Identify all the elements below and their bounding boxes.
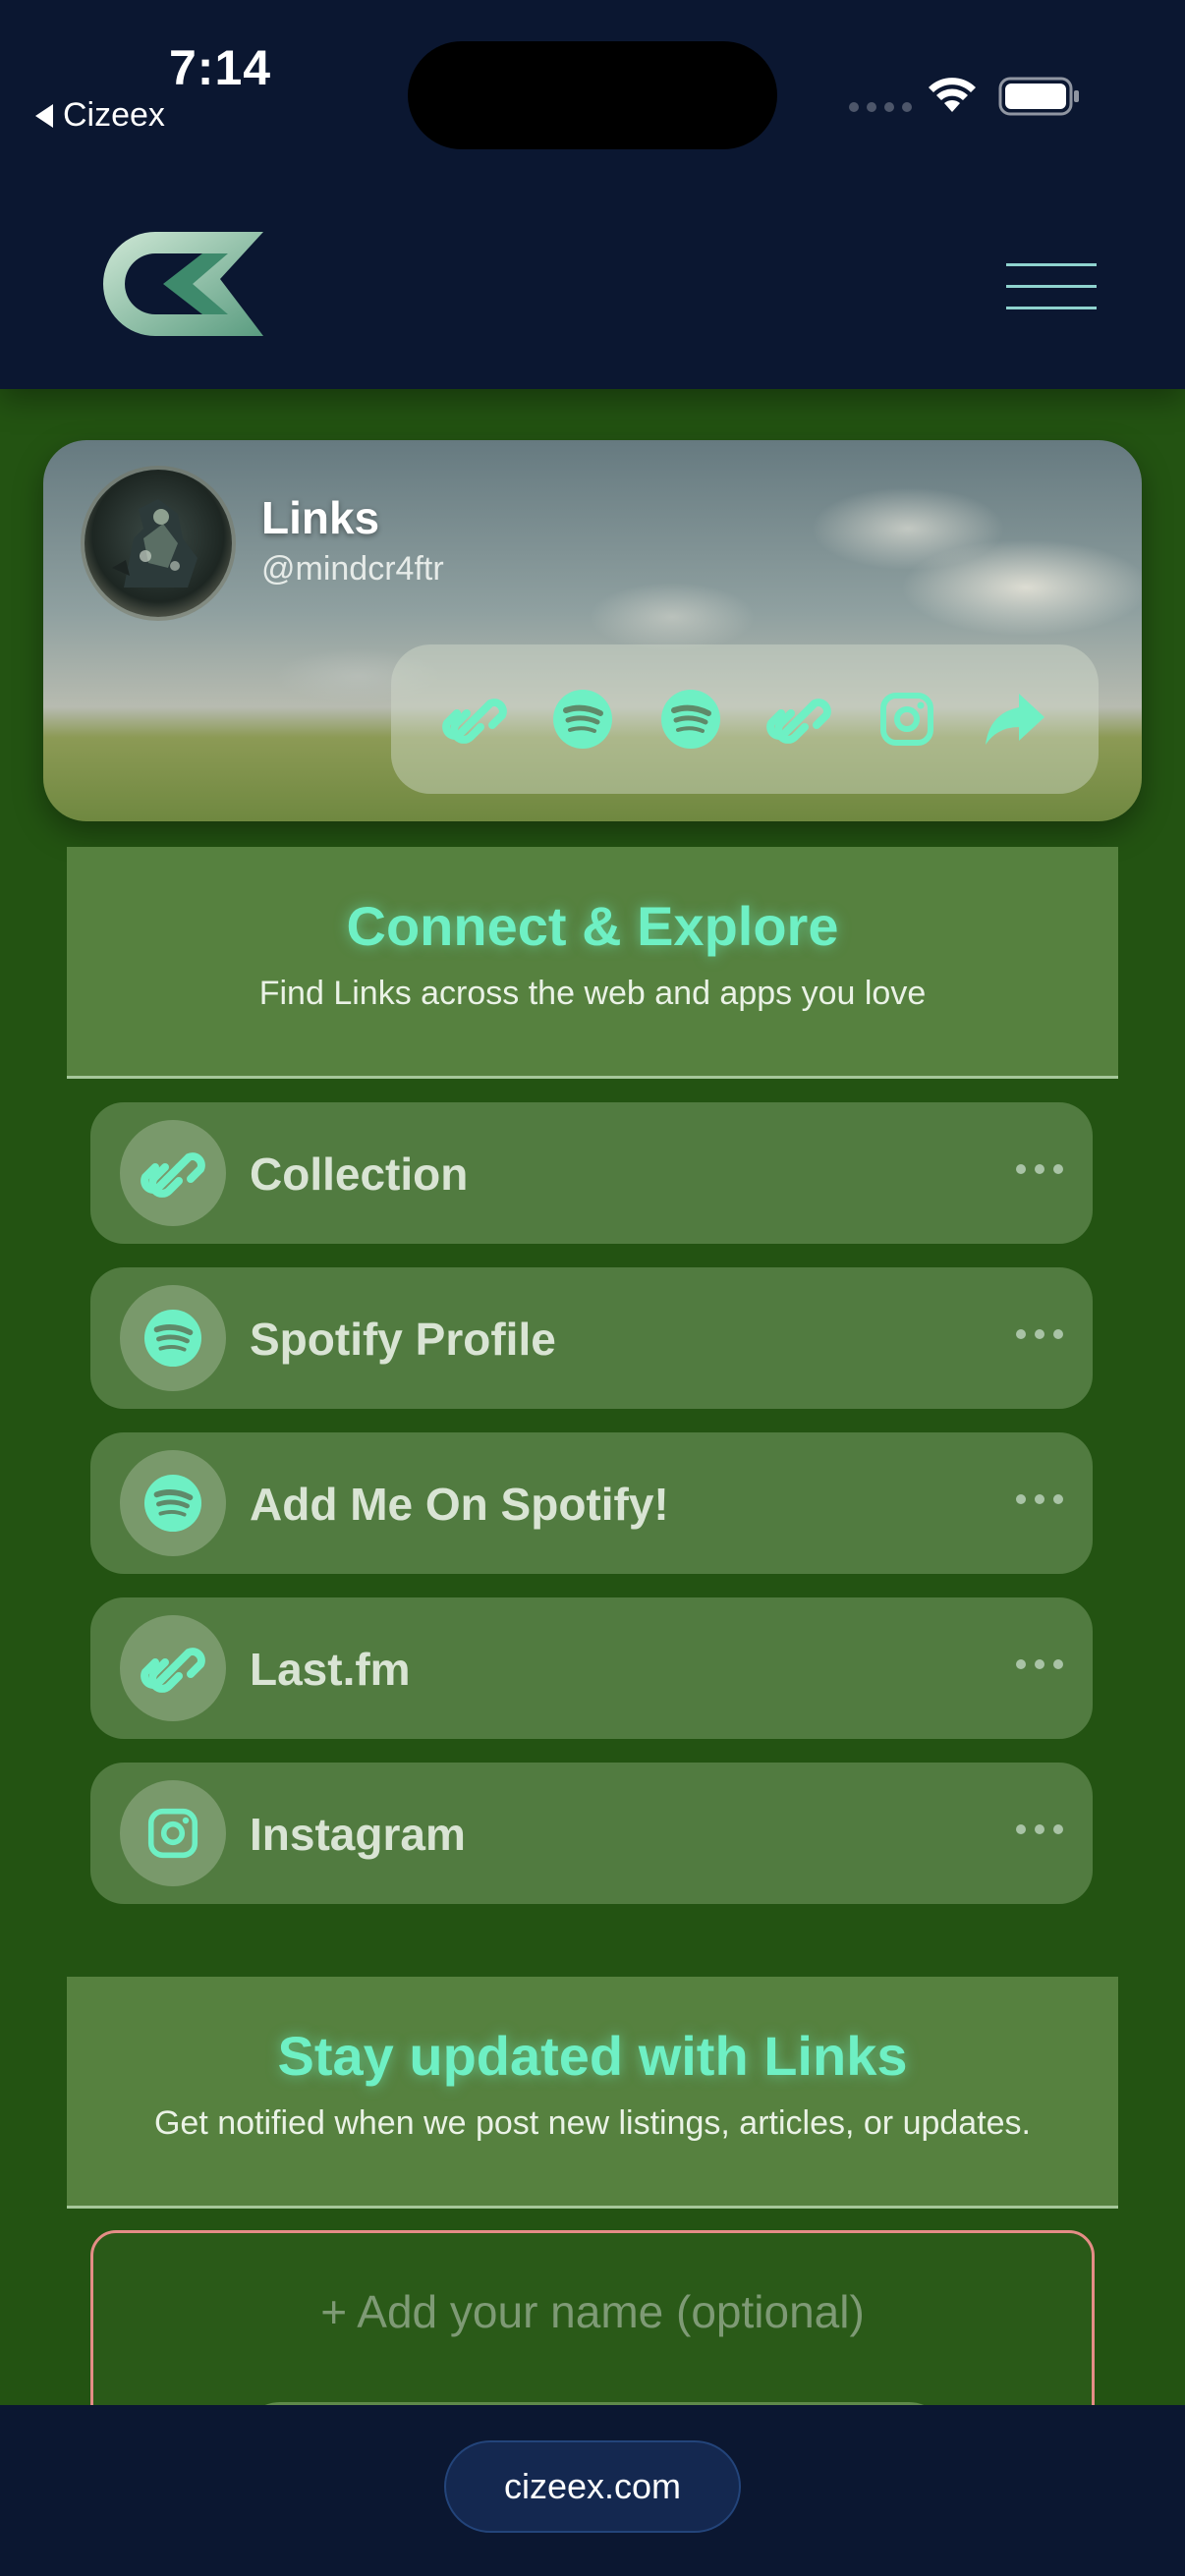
link-item-add-me-on-spotify[interactable]: Add Me On Spotify!: [90, 1432, 1093, 1574]
link-label: Collection: [250, 1148, 469, 1200]
cizeex-logo-icon[interactable]: [94, 232, 263, 336]
app-header: 7:14 Cizeex: [0, 0, 1185, 389]
subscribe-section-banner: Stay updated with Links Get notified whe…: [67, 1977, 1118, 2209]
profile-name: Links: [261, 492, 380, 543]
instagram-icon: [120, 1780, 226, 1886]
link-item-collection[interactable]: Collection: [90, 1102, 1093, 1244]
status-time: 7:14: [169, 40, 272, 95]
link-icon[interactable]: [439, 684, 510, 755]
link-label: Spotify Profile: [250, 1314, 556, 1365]
more-options-icon[interactable]: [1016, 1654, 1063, 1674]
back-app-label: Cizeex: [63, 96, 165, 134]
battery-icon: [998, 77, 1079, 116]
wifi-icon: [929, 78, 976, 112]
profile-card: Links @mindcr4ftr: [43, 440, 1142, 821]
back-arrow-icon: [35, 103, 53, 128]
footer: cizeex.com: [0, 2405, 1185, 2576]
more-options-icon[interactable]: [1016, 1159, 1063, 1179]
link-label: Add Me On Spotify!: [250, 1479, 669, 1530]
instagram-icon[interactable]: [872, 684, 942, 755]
back-to-app-button[interactable]: Cizeex: [35, 96, 165, 135]
link-icon: [120, 1120, 226, 1226]
spotify-icon[interactable]: [655, 684, 726, 755]
subscribe-title: Stay updated with Links: [277, 2025, 908, 2087]
hamburger-menu-icon[interactable]: [1006, 261, 1097, 310]
more-options-icon[interactable]: [1016, 1324, 1063, 1344]
quick-links-bar: [391, 644, 1099, 794]
spotify-icon: [120, 1450, 226, 1556]
subscribe-subtitle: Get notified when we post new listings, …: [153, 2104, 1032, 2142]
more-options-icon[interactable]: [1016, 1820, 1063, 1839]
connect-subtitle: Find Links across the web and apps you l…: [258, 975, 927, 1012]
cellular-signal-icon: [849, 102, 912, 112]
connect-title: Connect & Explore: [346, 895, 839, 957]
more-options-icon[interactable]: [1016, 1489, 1063, 1509]
profile-handle: @mindcr4ftr: [261, 550, 444, 588]
connect-section-banner: Connect & Explore Find Links across the …: [67, 847, 1118, 1079]
spotify-icon: [120, 1285, 226, 1391]
dynamic-island: [408, 41, 777, 149]
link-item-instagram[interactable]: Instagram: [90, 1763, 1093, 1904]
name-input[interactable]: [133, 2274, 1052, 2349]
link-label: Instagram: [250, 1809, 466, 1860]
avatar[interactable]: [85, 470, 232, 617]
share-icon[interactable]: [980, 684, 1050, 755]
domain-link[interactable]: cizeex.com: [444, 2440, 741, 2533]
link-item-spotify-profile[interactable]: Spotify Profile: [90, 1267, 1093, 1409]
link-label: Last.fm: [250, 1644, 411, 1695]
link-item-lastfm[interactable]: Last.fm: [90, 1597, 1093, 1739]
link-icon[interactable]: [763, 684, 834, 755]
spotify-icon[interactable]: [547, 684, 618, 755]
link-icon: [120, 1615, 226, 1721]
